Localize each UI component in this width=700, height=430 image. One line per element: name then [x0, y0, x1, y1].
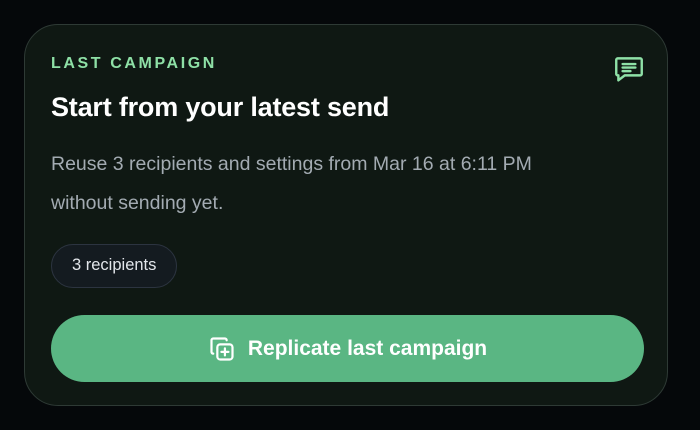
message-square-text-icon — [612, 52, 646, 86]
replicate-campaign-button[interactable]: Replicate last campaign — [51, 315, 644, 382]
card-eyebrow: LAST CAMPAIGN — [51, 55, 217, 72]
recipients-count-badge: 3 recipients — [51, 244, 178, 288]
replicate-campaign-label: Replicate last campaign — [247, 336, 488, 360]
card-title: Start from your latest send — [51, 92, 390, 122]
card-description: Reuse 3 recipients and settings from Mar… — [51, 153, 532, 214]
last-campaign-card: LAST CAMPAIGN Start from your latest sen… — [24, 24, 668, 406]
copy-plus-icon — [208, 335, 236, 363]
